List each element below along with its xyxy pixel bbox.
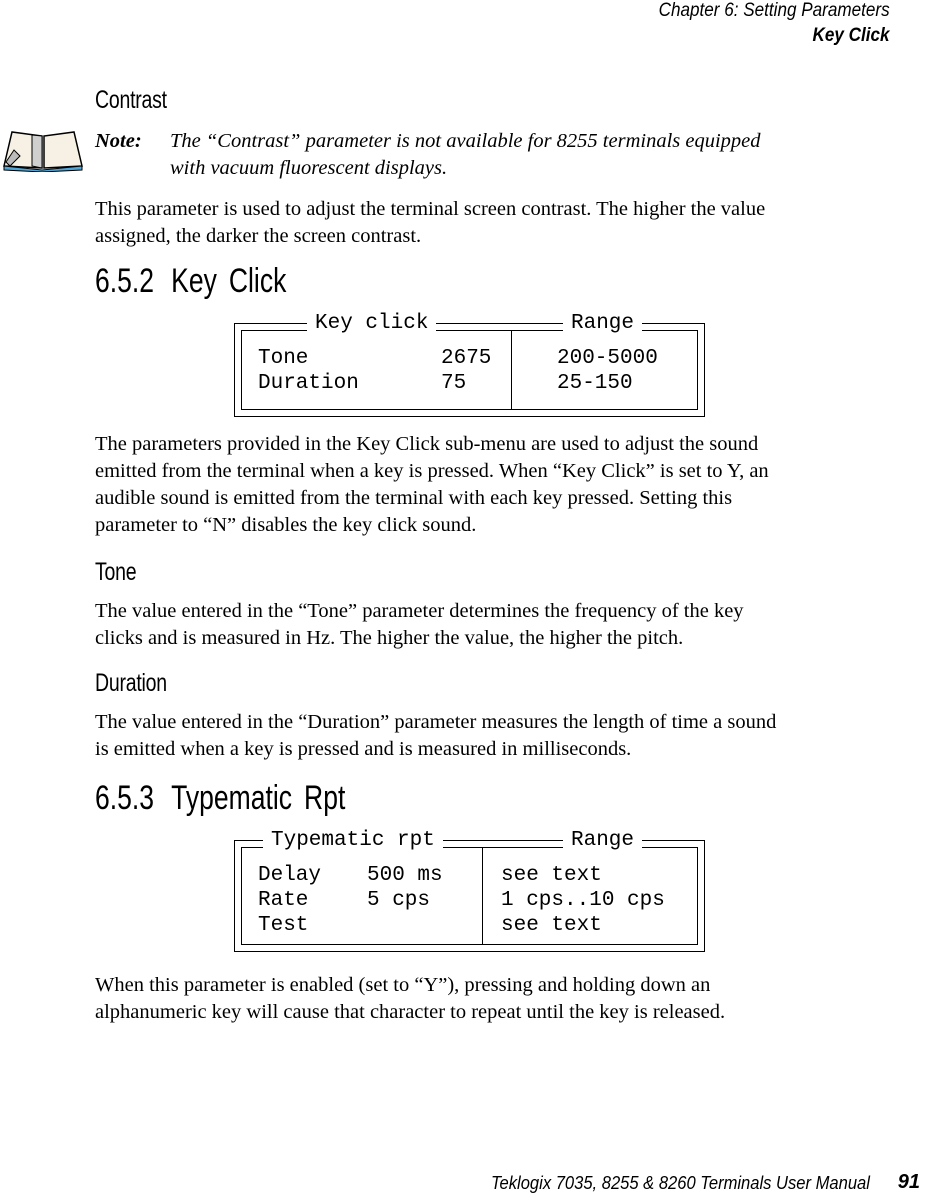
running-header-section: Key Click <box>813 25 890 46</box>
paragraph-line: The value entered in the “Tone” paramete… <box>95 600 744 622</box>
screen-row-label: Delay <box>258 864 322 887</box>
typematic-screen: Typematic rpt Range Delay 500 ms see tex… <box>234 829 705 952</box>
heading-tone: Tone <box>95 558 137 586</box>
section-title: Typematic Rpt <box>171 779 346 817</box>
paragraph-line: This parameter is used to adjust the ter… <box>95 198 766 220</box>
paragraph-line: parameter to “N” disables the key click … <box>95 514 477 536</box>
note-label: Note: <box>95 130 142 152</box>
screen-row-range: see text <box>501 864 602 887</box>
key-click-screen: Key click Range Tone 2675 200-5000 Durat… <box>234 312 705 417</box>
tone-body: The value entered in the “Tone” paramete… <box>95 598 855 652</box>
paragraph-line: assigned, the darker the screen contrast… <box>95 225 422 247</box>
note-block: Note: The “Contrast” parameter is not av… <box>95 128 855 182</box>
screen-row-value: 500 ms <box>367 864 443 887</box>
duration-body: The value entered in the “Duration” para… <box>95 709 855 763</box>
paragraph-line: When this parameter is enabled (set to “… <box>95 974 711 996</box>
heading-typematic-rpt: 6.5.3 Typematic Rpt <box>95 779 345 818</box>
screen-column-divider <box>511 330 512 410</box>
paragraph-line: The value entered in the “Duration” para… <box>95 711 777 733</box>
footer-manual-title: Teklogix 7035, 8255 & 8260 Terminals Use… <box>491 1173 870 1193</box>
section-title: Key Click <box>171 262 287 300</box>
page-number: 91 <box>897 1171 920 1193</box>
section-number: 6.5.2 <box>95 262 154 300</box>
screen-row-range: 1 cps..10 cps <box>501 889 665 912</box>
heading-contrast: Contrast <box>95 86 167 114</box>
screen-row-value: 2675 <box>441 347 492 370</box>
paragraph-line: alphanumeric key will cause that charact… <box>95 1001 726 1023</box>
screen-title-left: Typematic rpt <box>263 829 443 853</box>
screen-row-label: Tone <box>258 347 309 370</box>
key-click-body: The parameters provided in the Key Click… <box>95 431 855 539</box>
screen-row-range: 200-5000 <box>557 347 658 370</box>
paragraph-line: clicks and is measured in Hz. The higher… <box>95 627 684 649</box>
screen-row-range: 25-150 <box>557 372 633 395</box>
screen-title-right: Range <box>563 312 643 336</box>
typematic-body: When this parameter is enabled (set to “… <box>95 972 855 1026</box>
screen-row-range: see text <box>501 914 602 937</box>
section-number: 6.5.3 <box>95 779 154 817</box>
paragraph-line: audible sound is emitted from the termin… <box>95 487 733 509</box>
running-header-chapter: Chapter 6: Setting Parameters <box>659 0 890 21</box>
screen-title-left: Key click <box>307 312 437 336</box>
note-text-line2: with vacuum fluorescent displays. <box>170 157 448 179</box>
contrast-body: This parameter is used to adjust the ter… <box>95 196 855 250</box>
screen-row-label: Rate <box>258 889 309 912</box>
screen-row-label: Test <box>258 914 309 937</box>
open-book-icon <box>3 131 83 172</box>
screen-row-value: 75 <box>441 372 467 395</box>
screen-row-label: Duration <box>258 372 359 395</box>
screen-title-right: Range <box>563 829 643 853</box>
screen-row-value: 5 cps <box>367 889 431 912</box>
paragraph-line: emitted from the terminal when a key is … <box>95 460 769 482</box>
paragraph-line: is emitted when a key is pressed and is … <box>95 738 632 760</box>
paragraph-line: The parameters provided in the Key Click… <box>95 433 759 455</box>
heading-duration: Duration <box>95 669 167 697</box>
heading-key-click: 6.5.2 Key Click <box>95 262 286 301</box>
note-text-line1: The “Contrast” parameter is not availabl… <box>170 130 761 152</box>
screen-column-divider <box>482 847 483 945</box>
